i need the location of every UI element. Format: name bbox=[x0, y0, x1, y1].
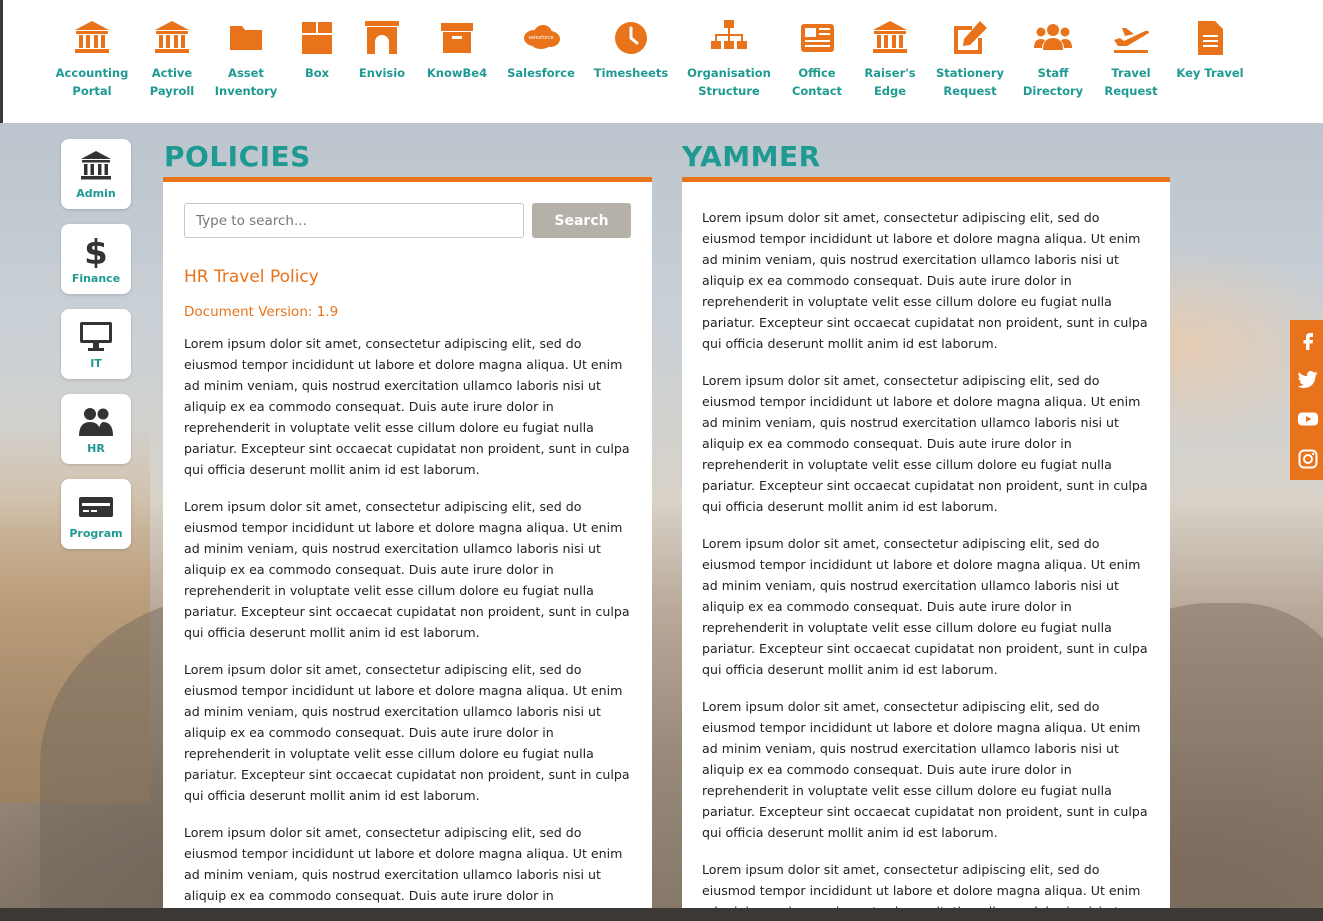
app-travel-request[interactable]: Travel Request bbox=[1086, 18, 1176, 100]
app-label: Stationery Request bbox=[935, 66, 1005, 98]
app-salesforce[interactable]: salesforce Salesforce bbox=[496, 18, 586, 82]
users-icon bbox=[78, 404, 114, 438]
app-timesheets[interactable]: Timesheets bbox=[586, 18, 676, 82]
clock-icon bbox=[611, 18, 651, 58]
app-label: KnowBe4 bbox=[426, 66, 488, 80]
twitter-icon[interactable] bbox=[1297, 368, 1319, 390]
youtube-icon[interactable] bbox=[1297, 408, 1319, 430]
app-knowbe4[interactable]: KnowBe4 bbox=[412, 18, 502, 82]
category-label: Admin bbox=[76, 187, 116, 200]
app-label: Accounting Portal bbox=[55, 66, 129, 98]
archive-icon bbox=[437, 18, 477, 58]
category-label: HR bbox=[87, 442, 105, 455]
document-paragraph: Lorem ipsum dolor sit amet, consectetur … bbox=[184, 825, 623, 903]
document-version: Document Version: 1.9 bbox=[184, 304, 339, 320]
bank-icon bbox=[78, 149, 114, 183]
facebook-icon[interactable] bbox=[1297, 329, 1319, 351]
yammer-post: Lorem ipsum dolor sit amet, consectetur … bbox=[702, 536, 1148, 677]
yammer-panel: Lorem ipsum dolor sit amet, consectetur … bbox=[682, 177, 1170, 908]
app-label: Timesheets bbox=[593, 66, 669, 80]
document-icon bbox=[1190, 18, 1230, 58]
app-raisers-edge[interactable]: Raiser's Edge bbox=[845, 18, 935, 100]
category-label: Finance bbox=[71, 272, 121, 285]
document-title[interactable]: HR Travel Policy bbox=[184, 267, 319, 287]
bank-icon bbox=[870, 18, 910, 58]
org-chart-icon bbox=[709, 18, 749, 58]
edit-icon bbox=[950, 18, 990, 58]
category-it[interactable]: IT bbox=[61, 309, 131, 379]
category-hr[interactable]: HR bbox=[61, 394, 131, 464]
social-links bbox=[1290, 320, 1323, 480]
app-label: Staff Directory bbox=[1022, 66, 1084, 98]
app-key-travel[interactable]: Key Travel bbox=[1165, 18, 1255, 82]
document-paragraph: Lorem ipsum dolor sit amet, consectetur … bbox=[184, 662, 630, 803]
yammer-heading: YAMMER bbox=[682, 140, 821, 173]
app-label: Travel Request bbox=[1104, 66, 1158, 98]
bank-icon bbox=[152, 18, 192, 58]
document-paragraph: Lorem ipsum dolor sit amet, consectetur … bbox=[184, 499, 630, 640]
box-icon bbox=[297, 18, 337, 58]
search-button[interactable]: Search bbox=[532, 203, 631, 238]
dollar-icon: $ bbox=[78, 234, 114, 268]
arch-icon bbox=[362, 18, 402, 58]
folder-icon bbox=[226, 18, 266, 58]
yammer-post: Lorem ipsum dolor sit amet, consectetur … bbox=[702, 373, 1148, 514]
document-paragraph: Lorem ipsum dolor sit amet, consectetur … bbox=[184, 336, 630, 477]
policy-search-input[interactable] bbox=[184, 203, 524, 238]
app-label: Raiser's Edge bbox=[864, 66, 916, 98]
category-label: IT bbox=[90, 357, 102, 370]
category-finance[interactable]: $ Finance bbox=[61, 224, 131, 294]
app-staff-directory[interactable]: Staff Directory bbox=[1008, 18, 1098, 100]
svg-text:salesforce: salesforce bbox=[528, 35, 553, 41]
app-stationery-request[interactable]: Stationery Request bbox=[925, 18, 1015, 100]
app-organisation-structure[interactable]: Organisation Structure bbox=[684, 18, 774, 100]
users-icon bbox=[1033, 18, 1073, 58]
app-label: Salesforce bbox=[507, 66, 575, 80]
yammer-post: Lorem ipsum dolor sit amet, consectetur … bbox=[702, 699, 1148, 840]
svg-text:$: $ bbox=[84, 234, 108, 268]
category-label: Program bbox=[69, 527, 123, 540]
instagram-icon[interactable] bbox=[1297, 448, 1319, 470]
card-icon bbox=[78, 489, 114, 523]
bank-icon bbox=[72, 18, 112, 58]
plane-icon bbox=[1111, 18, 1151, 58]
yammer-post: Lorem ipsum dolor sit amet, consectetur … bbox=[702, 862, 1141, 908]
monitor-icon bbox=[78, 319, 114, 353]
category-admin[interactable]: Admin bbox=[61, 139, 131, 209]
app-accounting-portal[interactable]: Accounting Portal bbox=[47, 18, 137, 100]
document-body: Lorem ipsum dolor sit amet, consectetur … bbox=[184, 333, 634, 908]
yammer-post: Lorem ipsum dolor sit amet, consectetur … bbox=[702, 210, 1148, 351]
salesforce-cloud-icon: salesforce bbox=[521, 18, 561, 58]
newspaper-icon bbox=[797, 18, 837, 58]
policies-heading: POLICIES bbox=[164, 140, 311, 173]
footer-bar bbox=[0, 908, 1323, 921]
category-program[interactable]: Program bbox=[61, 479, 131, 549]
policies-panel: Search HR Travel Policy Document Version… bbox=[163, 177, 652, 908]
app-launcher-bar: Accounting Portal Active Payroll Asset I… bbox=[0, 0, 1323, 123]
yammer-feed: Lorem ipsum dolor sit amet, consectetur … bbox=[702, 207, 1152, 908]
app-label: Key Travel bbox=[1176, 66, 1244, 80]
app-label: Organisation Structure bbox=[687, 66, 771, 98]
